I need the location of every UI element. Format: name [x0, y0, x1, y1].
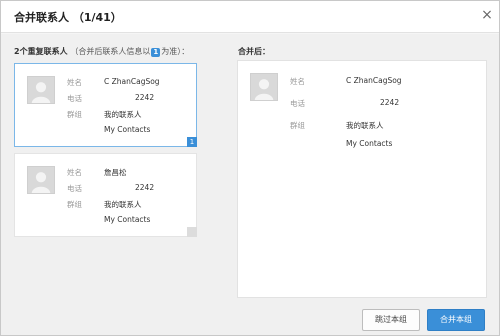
duplicates-heading: 2个重复联系人 （合并后联系人信息以 1 为准）：	[14, 46, 189, 57]
merge-group-button[interactable]: 合并本组	[427, 309, 485, 331]
name-value: 詹昌松	[104, 168, 127, 177]
dialog-footer: 跳过本组 合并本组	[1, 300, 499, 335]
name-label: 姓名	[67, 168, 82, 177]
duplicates-hint-pre: （合并后联系人信息以	[70, 47, 151, 56]
phone-label: 电话	[67, 184, 82, 193]
group-label: 群组	[67, 200, 82, 209]
dialog-titlebar: 合并联系人 （1/41） ×	[1, 1, 499, 33]
avatar-icon	[27, 76, 55, 104]
merged-phone-value: 2242	[380, 98, 400, 107]
merged-group-value-1: 我的联系人	[346, 121, 384, 130]
duplicates-hint-post: 为准）：	[161, 47, 190, 56]
group-value-1: 我的联系人	[104, 200, 142, 209]
phone-value: 2242	[135, 183, 155, 192]
avatar-icon	[250, 73, 278, 101]
merged-name-value: C ZhanCagSog	[346, 76, 402, 85]
dialog-body: 2个重复联系人 （合并后联系人信息以 1 为准）： 合并后： 姓名 C ZhanCa…	[1, 34, 499, 300]
duplicates-count: 2个重复联系人	[14, 47, 68, 56]
group-label: 群组	[290, 121, 305, 130]
primary-check-badge[interactable]: 1	[187, 137, 197, 147]
primary-check-badge[interactable]	[187, 227, 197, 237]
group-value-2: My Contacts	[104, 125, 151, 134]
name-value: C ZhanCagSog	[104, 77, 160, 86]
phone-label: 电话	[67, 94, 82, 103]
contact-card-2[interactable]: 姓名 詹昌松 电话 2242 群组 我的联系人 My Contacts	[14, 153, 197, 237]
merged-group-value-2: My Contacts	[346, 139, 393, 148]
contact-card-1[interactable]: 姓名 C ZhanCagSog 电话 2242 群组 我的联系人 My Cont…	[14, 63, 197, 147]
phone-label: 电话	[290, 99, 305, 108]
avatar-icon	[27, 166, 55, 194]
group-value-1: 我的联系人	[104, 110, 142, 119]
skip-group-button[interactable]: 跳过本组	[362, 309, 420, 331]
merged-preview-panel: 姓名 C ZhanCagSog 电话 2242 群组 我的联系人 My Cont…	[237, 60, 487, 298]
group-value-2: My Contacts	[104, 215, 151, 224]
dialog-title: 合并联系人 （1/41）	[14, 11, 122, 24]
primary-badge-icon: 1	[151, 48, 161, 57]
close-icon[interactable]: ×	[480, 8, 494, 22]
name-label: 姓名	[67, 78, 82, 87]
group-label: 群组	[67, 110, 82, 119]
phone-value: 2242	[135, 93, 155, 102]
merged-heading: 合并后：	[238, 47, 270, 56]
name-label: 姓名	[290, 77, 305, 86]
merge-contacts-dialog: 合并联系人 （1/41） × 2个重复联系人 （合并后联系人信息以 1 为准）： 合…	[0, 0, 500, 336]
